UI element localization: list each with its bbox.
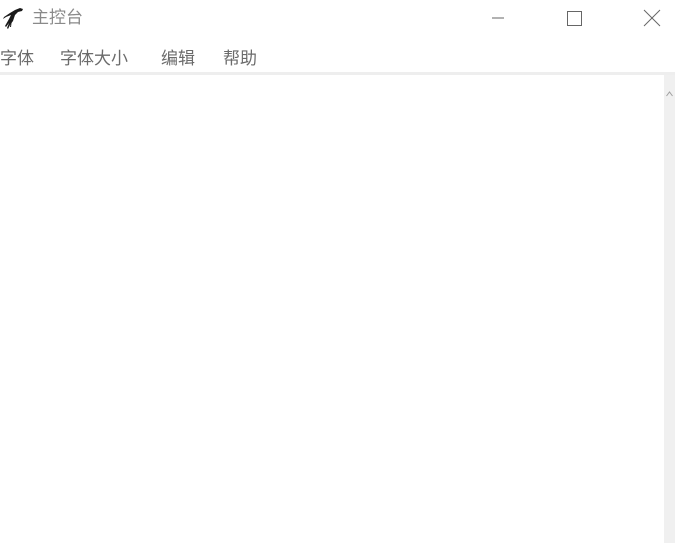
menu-edit[interactable]: 编辑: [161, 48, 195, 70]
window-title: 主控台: [32, 8, 83, 28]
scroll-up-arrow-icon[interactable]: [666, 83, 673, 97]
minimize-button[interactable]: [475, 0, 521, 36]
dinosaur-icon: [0, 5, 26, 31]
menu-font[interactable]: 字体: [0, 48, 34, 70]
menu-bar: 字体 字体大小 编辑 帮助: [0, 44, 675, 72]
maximize-icon: [566, 10, 582, 26]
menu-font-size[interactable]: 字体大小: [60, 48, 128, 70]
close-icon: [643, 9, 661, 27]
vertical-scrollbar[interactable]: [664, 75, 675, 543]
maximize-button[interactable]: [551, 0, 597, 36]
minimize-icon: [490, 10, 506, 26]
text-editor[interactable]: [0, 75, 664, 543]
title-bar[interactable]: 主控台: [0, 0, 675, 36]
main-window: 主控台 字体 字体大小 编辑 帮助: [0, 0, 675, 543]
close-button[interactable]: [629, 0, 675, 36]
menu-help[interactable]: 帮助: [223, 48, 257, 70]
